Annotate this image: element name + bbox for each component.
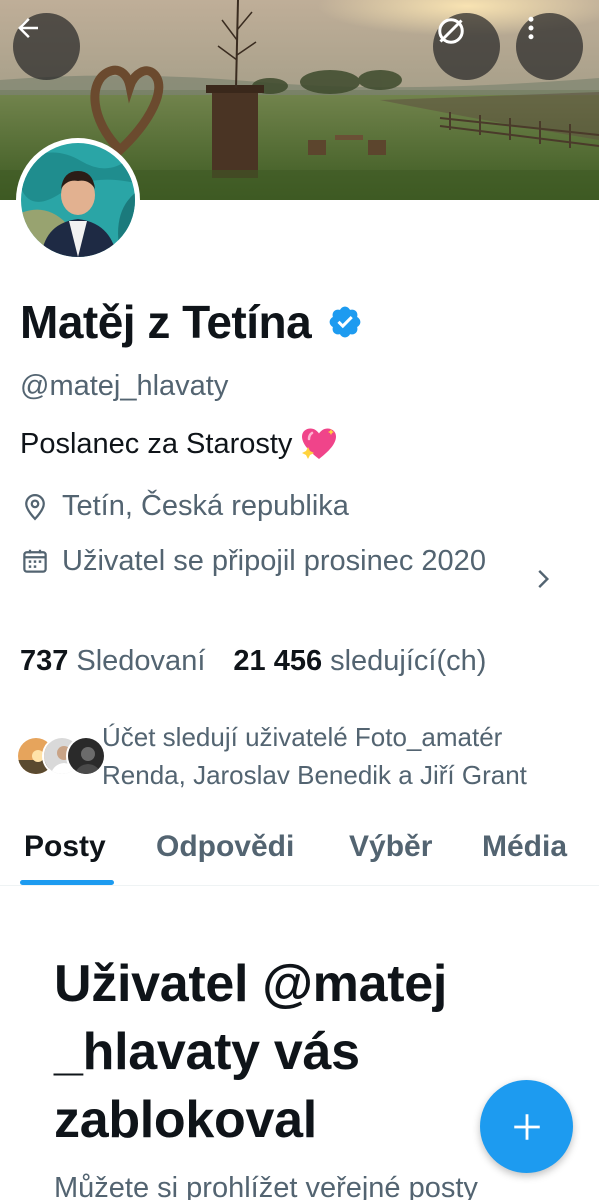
tab-vyber[interactable]: Výběr [349,830,432,864]
more-vertical-icon [528,16,534,40]
back-button[interactable] [13,13,80,80]
followers-link[interactable]: 21 456 sledující(ch) [233,645,486,678]
profile-bio: Poslanec za Starosty [20,427,338,461]
translate-toggle-button[interactable] [433,13,500,80]
avatar-photo [21,143,135,257]
profile-stats: 737 Sledovaní 21 456 sledující(ch) [20,645,486,678]
calendar-icon [23,549,47,573]
tab-media[interactable]: Média [482,830,567,864]
followers-label: sledující(ch) [330,645,487,677]
following-label: Sledovaní [76,645,206,677]
plus-icon [513,1113,540,1140]
blocked-title: Uživatel @matej _hlavaty vás zablokoval [54,955,448,1149]
profile-tabs: Posty Odpovědi Výběr Média [0,820,599,886]
tab-odpovedi[interactable]: Odpovědi [156,830,294,864]
profile-name: Matěj z Tetína [20,296,312,348]
blocked-subtitle: Můžete si prohlížet veřejné posty [54,1172,478,1200]
compose-post-button[interactable] [480,1080,573,1173]
no-translate-icon [438,18,464,44]
sparkling-heart-icon [302,428,337,459]
bio-text: Poslanec za Starosty [20,427,293,460]
followed-by-text: Účet sledují uživatelé Foto_amatér Renda… [102,722,527,790]
following-link[interactable]: 737 Sledovaní [20,645,205,678]
active-tab-indicator [20,880,114,885]
chevron-right-icon [538,570,550,588]
verified-badge-icon[interactable] [327,304,363,340]
profile-avatar[interactable] [16,138,140,262]
followers-count: 21 456 [233,645,323,677]
profile-location-row: Tetín, Česká republika [20,490,349,523]
profile-joined-date: Uživatel se připojil prosinec 2020 [62,545,486,577]
arrow-left-icon [18,18,38,38]
following-count: 737 [20,645,69,677]
more-options-button[interactable] [516,13,583,80]
profile-handle: @matej_hlavaty [20,370,229,402]
profile-name-row: Matěj z Tetína [20,292,363,352]
profile-location: Tetín, Česká republika [62,490,349,522]
tab-posty[interactable]: Posty [24,830,106,864]
follower-avatar-3 [66,736,106,776]
location-pin-icon [25,493,45,520]
profile-joined-row[interactable]: Uživatel se připojil prosinec 2020 [20,540,580,588]
